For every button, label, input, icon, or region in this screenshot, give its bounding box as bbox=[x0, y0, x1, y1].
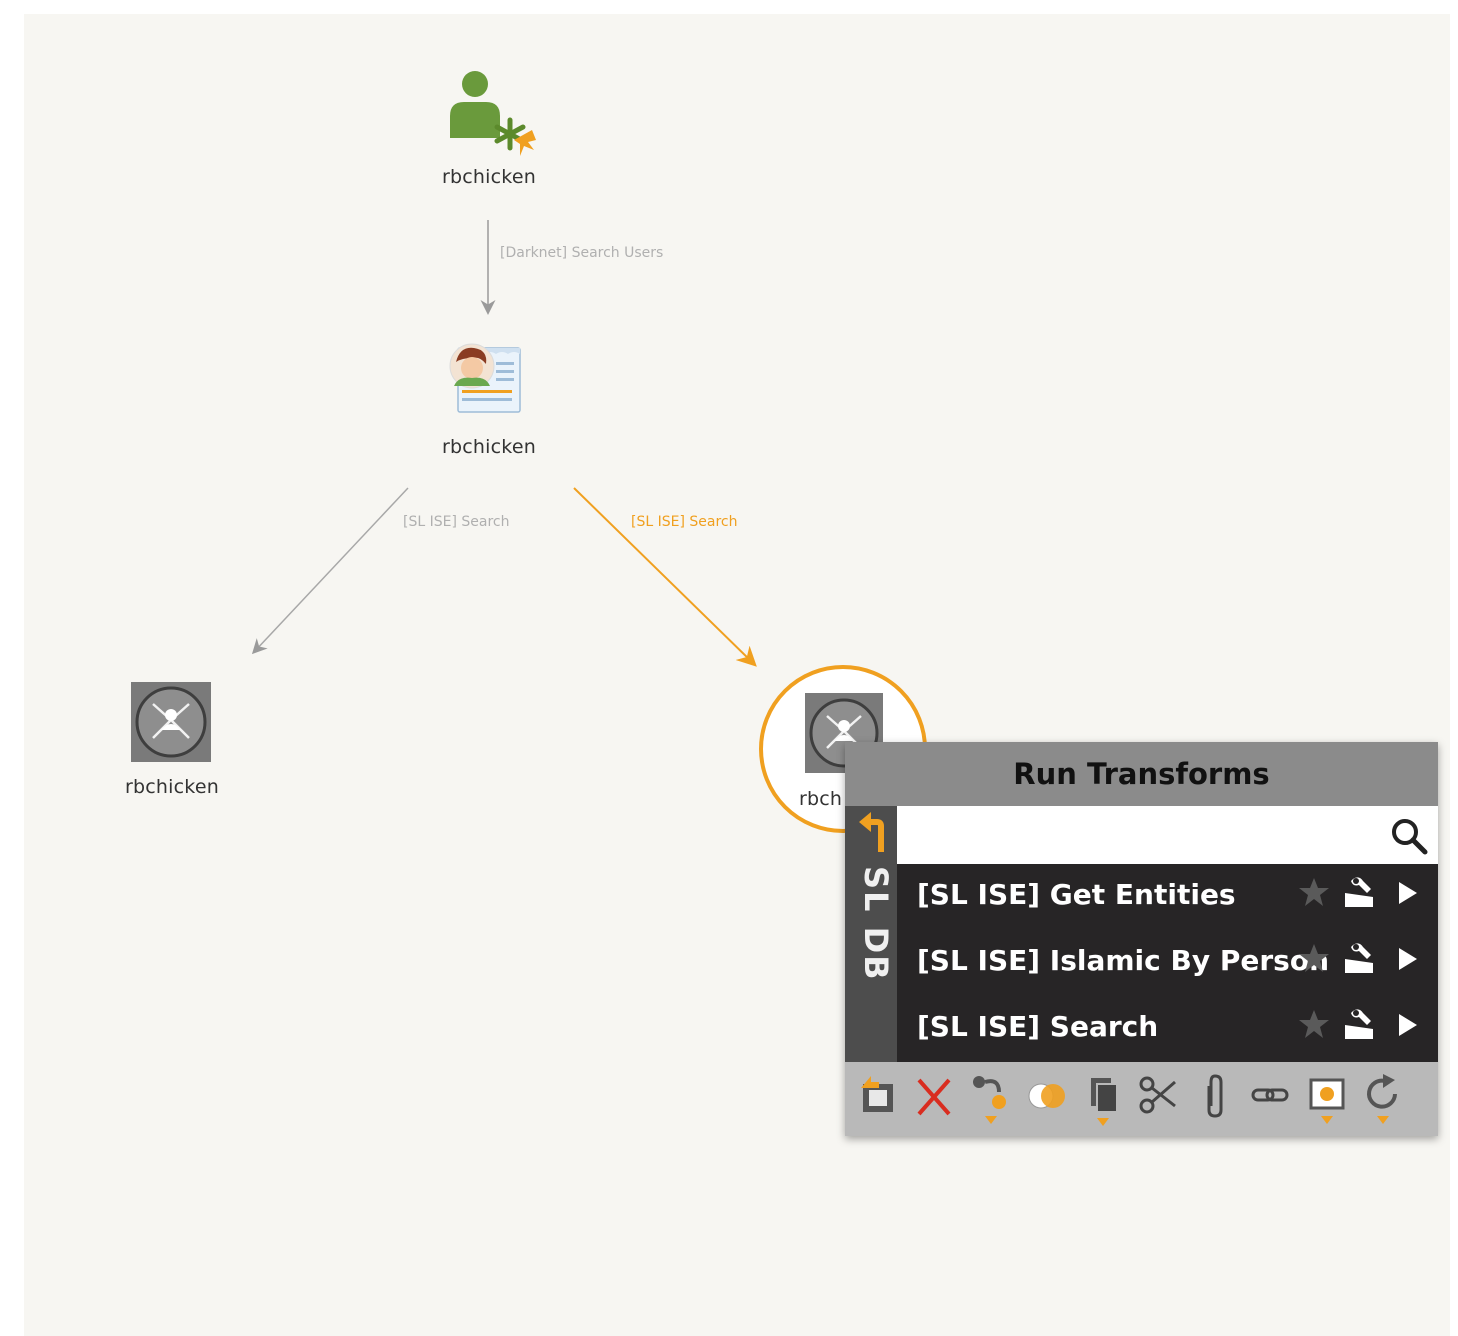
select-connected-icon[interactable] bbox=[969, 1072, 1013, 1126]
popup-toolbar bbox=[845, 1062, 1438, 1136]
run-transforms-popup: Run Transforms SL DB [SL ISE] Get Entiti… bbox=[845, 742, 1438, 1136]
profile-card-icon[interactable] bbox=[446, 340, 526, 416]
transform-label: [SL ISE] Get Entities bbox=[917, 878, 1236, 911]
play-icon[interactable] bbox=[1397, 946, 1419, 976]
node-label: rbchicken bbox=[125, 776, 219, 798]
delete-icon[interactable] bbox=[913, 1072, 957, 1126]
transform-settings-icon[interactable] bbox=[1343, 875, 1379, 913]
star-icon[interactable] bbox=[1298, 876, 1330, 912]
bookmark-icon[interactable] bbox=[1305, 1072, 1349, 1126]
refresh-icon[interactable] bbox=[1361, 1072, 1405, 1126]
graph-canvas[interactable] bbox=[24, 14, 1450, 1336]
star-icon[interactable] bbox=[1298, 942, 1330, 978]
play-icon[interactable] bbox=[1397, 880, 1419, 910]
side-tab[interactable]: SL DB bbox=[845, 806, 897, 1062]
side-tab-label: SL DB bbox=[857, 866, 895, 982]
transform-list: [SL ISE] Get Entities [SL ISE] Islamic B… bbox=[897, 864, 1438, 1062]
person-with-star-icon[interactable] bbox=[444, 68, 544, 158]
play-icon[interactable] bbox=[1397, 1012, 1419, 1042]
transform-item[interactable]: [SL ISE] Get Entities bbox=[897, 864, 1438, 930]
popup-title: Run Transforms bbox=[845, 742, 1438, 806]
transform-item[interactable]: [SL ISE] Search bbox=[897, 996, 1438, 1062]
transform-label: [SL ISE] Islamic By Person bbox=[917, 944, 1330, 977]
link-icon[interactable] bbox=[1249, 1072, 1293, 1126]
transform-label: [SL ISE] Search bbox=[917, 1010, 1159, 1043]
cut-icon[interactable] bbox=[1137, 1072, 1181, 1126]
node-label: rbchicken bbox=[442, 166, 536, 188]
merge-icon[interactable] bbox=[1025, 1072, 1069, 1126]
transform-settings-icon[interactable] bbox=[1343, 941, 1379, 979]
social-alias-icon[interactable] bbox=[131, 682, 211, 762]
attach-icon[interactable] bbox=[1193, 1072, 1237, 1126]
node-label: rbchicken bbox=[442, 436, 536, 458]
export-icon[interactable] bbox=[857, 1072, 901, 1126]
star-icon[interactable] bbox=[1298, 1008, 1330, 1044]
search-box bbox=[897, 806, 1438, 864]
search-input[interactable] bbox=[905, 814, 1379, 858]
search-icon[interactable] bbox=[1390, 817, 1428, 859]
back-arrow-icon[interactable] bbox=[855, 812, 891, 858]
copy-icon[interactable] bbox=[1081, 1072, 1125, 1126]
transform-settings-icon[interactable] bbox=[1343, 1007, 1379, 1045]
transform-item[interactable]: [SL ISE] Islamic By Person bbox=[897, 930, 1438, 996]
